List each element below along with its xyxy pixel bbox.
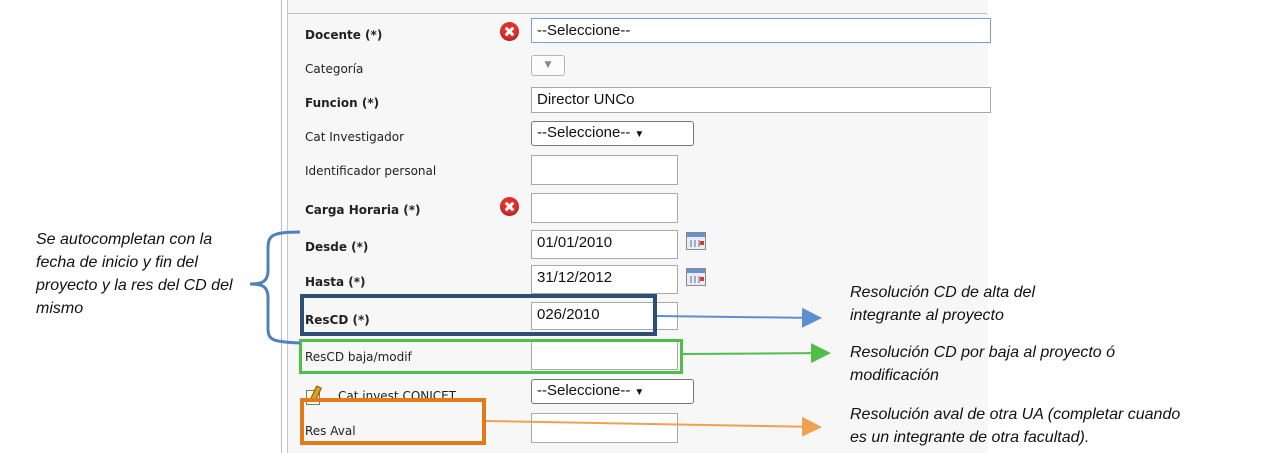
annotation-line: proyecto y la res del CD del xyxy=(36,277,233,294)
dropdown-arrow-icon: ▼ xyxy=(634,129,645,140)
categoria-select[interactable]: ▼ xyxy=(531,55,565,76)
panel-divider xyxy=(281,0,282,453)
rescd-baja-highlight-box xyxy=(299,339,683,374)
categoria-label: Categoría xyxy=(305,62,364,76)
aval-annotation: Resolución aval de otra UA (completar cu… xyxy=(850,403,1180,449)
funcion-input[interactable]: Director UNCo xyxy=(531,87,991,113)
hasta-label: Hasta (*) xyxy=(305,275,366,289)
cat-investigador-select[interactable]: --Seleccione-- ▼ xyxy=(531,121,694,146)
desde-input[interactable]: 01/01/2010 xyxy=(531,230,678,259)
hasta-input[interactable]: 31/12/2012 xyxy=(531,265,678,294)
dropdown-arrow-icon: ▼ xyxy=(634,387,645,398)
cat-investigador-label: Cat Investigador xyxy=(305,130,405,144)
annotation-line: Resolución aval de otra UA (completar cu… xyxy=(850,406,1181,423)
docente-label: Docente (*) xyxy=(305,28,383,42)
funcion-label: Funcion (*) xyxy=(305,96,380,110)
annotation-line: fecha de inicio y fin del xyxy=(36,254,198,271)
dropdown-arrow-icon: ▼ xyxy=(544,60,552,70)
identificador-label: Identificador personal xyxy=(305,164,437,178)
left-annotation: Se autocompletan con la fecha de inicio … xyxy=(36,228,233,320)
annotation-line: modificación xyxy=(850,367,939,384)
rescd-highlight-box xyxy=(300,294,657,336)
cat-conicet-select[interactable]: --Seleccione-- ▼ xyxy=(531,379,694,404)
res-aval-input[interactable] xyxy=(531,413,678,443)
desde-label: Desde (*) xyxy=(305,240,369,254)
annotation-line: Resolución CD por baja al proyecto ó xyxy=(850,344,1116,361)
rescd-annotation: Resolución CD de alta del integrante al … xyxy=(850,281,1035,327)
carga-horaria-label: Carga Horaria (*) xyxy=(305,203,421,217)
annotation-line: mismo xyxy=(36,300,84,317)
annotation-line: Resolución CD de alta del xyxy=(850,284,1035,301)
baja-annotation: Resolución CD por baja al proyecto ó mod… xyxy=(850,341,1115,387)
error-icon xyxy=(500,22,519,41)
calendar-icon[interactable] xyxy=(686,268,706,286)
cat-investigador-value: --Seleccione-- xyxy=(537,124,631,141)
error-icon xyxy=(500,197,519,216)
carga-horaria-input[interactable] xyxy=(531,193,678,223)
res-aval-highlight-box xyxy=(300,398,486,445)
identificador-input[interactable] xyxy=(531,155,678,185)
annotation-line: integrante al proyecto xyxy=(850,307,1004,324)
panel-top-border xyxy=(287,13,987,14)
calendar-icon[interactable] xyxy=(686,232,706,250)
cat-conicet-value: --Seleccione-- xyxy=(537,382,631,399)
docente-select[interactable]: --Seleccione-- xyxy=(531,18,991,43)
annotation-line: Se autocompletan con la xyxy=(36,231,213,248)
annotation-line: es un integrante de otra facultad). xyxy=(850,429,1090,446)
